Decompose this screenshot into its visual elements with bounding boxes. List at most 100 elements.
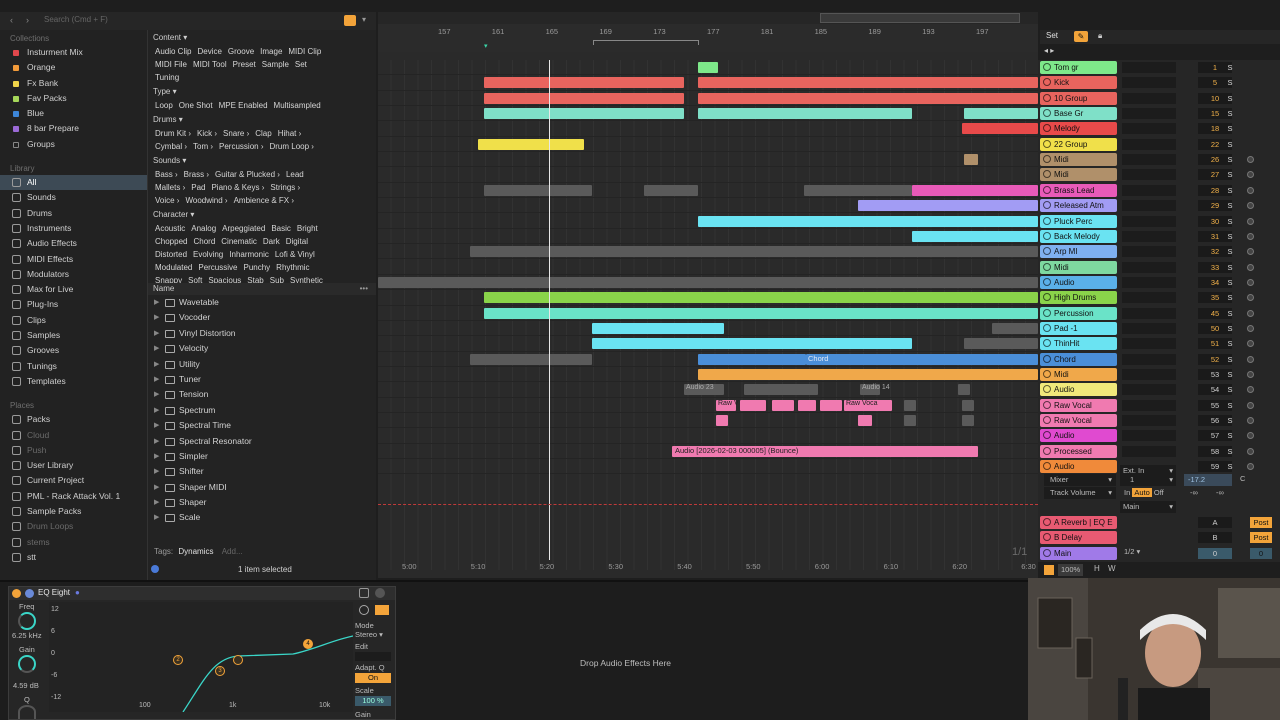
track-name[interactable]: Midi [1040, 368, 1117, 381]
track-lane[interactable] [378, 336, 1038, 352]
expand-arrow-icon[interactable]: ▶ [154, 480, 159, 495]
main-channel-select[interactable]: 1/2 ▾ [1124, 547, 1140, 556]
solo-button[interactable]: S [1224, 369, 1236, 380]
track-name[interactable]: Pad -1 [1040, 321, 1117, 335]
filter-tag[interactable]: Spacious [208, 276, 241, 283]
track-activator-icon[interactable] [1043, 201, 1051, 210]
filter-tag[interactable]: Soft [188, 276, 202, 283]
place-item[interactable]: User Library [0, 458, 147, 473]
mixer-slot[interactable] [1122, 200, 1176, 212]
mixer-slot[interactable] [1122, 384, 1176, 396]
post-button[interactable]: Post [1250, 517, 1272, 528]
library-item[interactable]: Clips [0, 313, 147, 328]
track-activator-icon[interactable] [1043, 462, 1051, 471]
filter-tag[interactable]: Device [197, 47, 221, 56]
track-activator-icon[interactable] [1043, 155, 1051, 164]
volume-field[interactable]: -17.2 [1184, 474, 1232, 486]
track-lane[interactable] [378, 290, 1038, 306]
solo-button[interactable]: S [1224, 231, 1236, 242]
track-name[interactable]: Melody [1040, 122, 1117, 136]
track-lane[interactable] [378, 152, 1038, 168]
tag-row[interactable]: Distorted Evolving Inharmonic Lofi & Vinyl [148, 248, 376, 261]
clip[interactable] [484, 92, 684, 104]
back-icon[interactable]: ‹ [10, 15, 13, 25]
track-activator-icon[interactable] [1043, 533, 1051, 542]
list-item[interactable]: ▶ Spectrum [148, 403, 376, 418]
filter-tag[interactable]: Drum Loop › [269, 142, 313, 151]
clip[interactable] [698, 108, 912, 120]
track-activator-icon[interactable] [1043, 385, 1051, 394]
mixer-slot[interactable] [1122, 138, 1176, 150]
mixer-slot[interactable] [1122, 169, 1176, 181]
track-name[interactable]: ThinHit [1040, 337, 1117, 351]
arm-button[interactable] [1247, 386, 1254, 394]
filter-tag[interactable]: MIDI File [155, 60, 187, 69]
filter-tag[interactable]: Hihat › [278, 129, 302, 138]
filter-tag[interactable]: Evolving [193, 250, 223, 259]
overview-window[interactable] [820, 13, 1020, 23]
filter-tag[interactable]: Tom › [193, 142, 213, 151]
eq-band-handle[interactable]: 4 [303, 639, 313, 649]
track-name[interactable]: Midi [1040, 260, 1117, 274]
track-activator-icon[interactable] [1043, 354, 1051, 363]
track-header[interactable]: Arp MI 32 S [1038, 244, 1280, 259]
tag-row[interactable]: Tuning [148, 71, 376, 84]
eq-eight-device[interactable]: EQ Eight ● Freq 6.25 kHz Gain 4.59 dB Q … [8, 586, 396, 720]
track-name[interactable]: 10 Group [1040, 91, 1117, 105]
arm-button[interactable] [1247, 171, 1254, 179]
mixer-slot[interactable] [1122, 307, 1176, 319]
solo-button[interactable]: S [1224, 93, 1236, 104]
track-lane[interactable] [378, 306, 1038, 321]
list-item[interactable]: ▶ Spectral Time [148, 418, 376, 433]
solo-button[interactable]: S [1224, 123, 1236, 134]
clip[interactable] [698, 353, 806, 365]
mixer-slot[interactable] [1122, 415, 1176, 427]
solo-button[interactable]: S [1224, 246, 1236, 257]
clip[interactable] [698, 215, 1038, 227]
track-activator-icon[interactable] [1043, 185, 1051, 194]
filter-tag[interactable]: Piano & Keys › [211, 183, 264, 192]
library-item[interactable]: Drums [0, 206, 147, 221]
arm-button[interactable] [1247, 278, 1254, 286]
clip[interactable] [912, 230, 1038, 242]
clip[interactable] [470, 353, 592, 365]
track-activator-icon[interactable] [1043, 78, 1051, 87]
filter-tag[interactable]: Acoustic [155, 224, 185, 233]
filter-tag[interactable]: MIDI Clip [288, 47, 321, 56]
return-track-header[interactable]: B Delay B Post [1038, 530, 1280, 545]
track-name[interactable]: Audio [1040, 429, 1117, 443]
track-lanes[interactable]: Chord Audio 23 Audio 14 Raw V Raw Voca Audio … [378, 60, 1038, 570]
filter-tag[interactable]: Snappy [155, 276, 182, 283]
mixer-slot[interactable] [1122, 445, 1176, 457]
filter-tag[interactable]: Analog [191, 224, 216, 233]
arm-button[interactable] [1247, 371, 1254, 378]
eq-graph[interactable]: 12 6 0 -6 -12 100 1k 10k 234 [49, 602, 353, 712]
return-track-name[interactable]: B Delay [1040, 531, 1117, 545]
solo-button[interactable]: S [1224, 200, 1236, 211]
follow-icon[interactable] [1044, 565, 1054, 575]
track-lane[interactable] [378, 167, 1038, 183]
track-activator-icon[interactable] [1043, 416, 1051, 425]
clip[interactable] [806, 353, 1038, 365]
output-select[interactable]: Main ▾ [1120, 501, 1176, 513]
eq-band-handle[interactable]: 2 [173, 655, 183, 665]
solo-button[interactable]: S [1224, 185, 1236, 196]
clip[interactable] [964, 108, 1038, 120]
freq-value[interactable]: 6.25 kHz [12, 631, 42, 640]
return-letter[interactable]: B [1198, 532, 1232, 544]
track-name[interactable]: Percussion [1040, 306, 1117, 320]
pan-field[interactable]: C [1240, 474, 1245, 483]
power-icon[interactable] [12, 589, 21, 598]
close-icon[interactable] [375, 588, 385, 598]
name-column-header[interactable]: Name ••• [148, 283, 376, 295]
sounds-filter-label[interactable]: Sounds ▾ [148, 153, 376, 168]
track-activator-icon[interactable] [1043, 109, 1051, 118]
filter-tag[interactable]: Modulated [155, 263, 192, 272]
list-item[interactable]: ▶ Velocity [148, 341, 376, 356]
clip[interactable] [698, 62, 718, 73]
track-lane[interactable] [378, 214, 1038, 229]
mixer-select[interactable]: Mixer ▾ [1044, 474, 1116, 486]
clip[interactable] [484, 77, 684, 89]
arm-button[interactable] [1247, 447, 1254, 455]
filter-tag[interactable]: Groove [228, 47, 254, 56]
